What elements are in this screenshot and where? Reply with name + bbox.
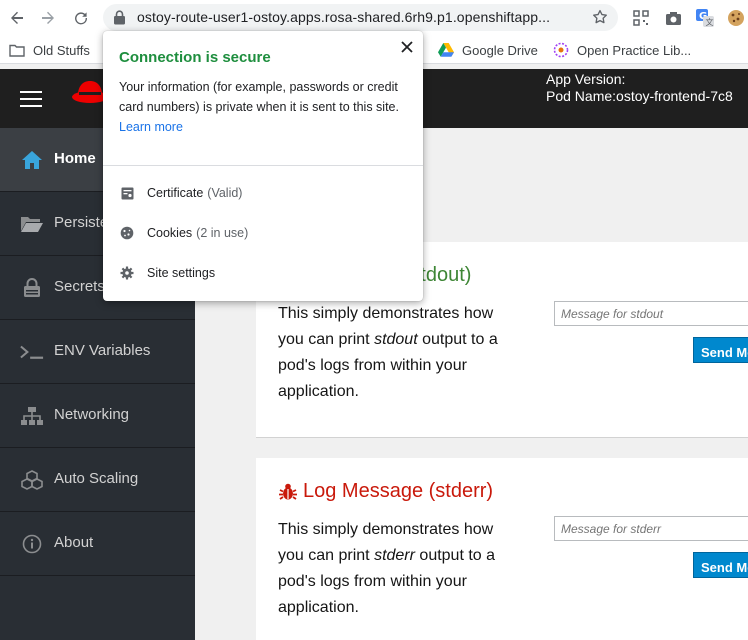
stderr-card-description: This simply demonstrates how you can pri… — [278, 521, 496, 616]
home-icon — [20, 148, 44, 172]
connection-security-popup: Connection is secure Your information (f… — [103, 31, 423, 301]
url-text[interactable]: ostoy-route-user1-ostoy.apps.rosa-shared… — [137, 9, 577, 25]
sidebar-item-about[interactable]: About — [0, 512, 195, 576]
sidebar-item-label: Auto Scaling — [54, 470, 139, 487]
google-drive-icon — [438, 43, 454, 57]
popup-row-label: Cookies — [147, 226, 193, 240]
popup-title: Connection is secure — [119, 49, 271, 66]
sidebar-item-label: About — [54, 534, 94, 551]
bookmark-google-drive[interactable]: Google Drive — [438, 41, 538, 59]
popup-divider — [103, 165, 423, 166]
forward-button[interactable] — [37, 7, 59, 29]
bookmark-old-stuffs[interactable]: Old Stuffs — [9, 41, 90, 59]
lock-icon[interactable] — [113, 10, 126, 30]
stderr-card-title: Log Message (stderr) — [278, 480, 493, 503]
cookie-icon — [119, 225, 135, 241]
sidebar-item-label: Secrets — [54, 278, 105, 295]
send-stdout-button[interactable]: Send Message — [693, 337, 748, 363]
back-button[interactable] — [6, 7, 28, 29]
gear-icon — [119, 265, 135, 281]
camera-icon[interactable] — [663, 8, 683, 28]
popup-row-sub: (2 in use) — [196, 226, 249, 240]
popup-row-site-settings[interactable]: Site settings — [119, 263, 215, 283]
popup-row-sub: (Valid) — [207, 186, 243, 200]
bookmark-open-practice[interactable]: Open Practice Lib... — [553, 41, 691, 59]
stderr-card: Log Message (stderr) This simply demonst… — [256, 458, 748, 640]
stdout-card-description: This simply demonstrates how you can pri… — [278, 305, 498, 400]
sidebar-item-auto-scaling[interactable]: Auto Scaling — [0, 448, 195, 512]
open-practice-icon — [553, 42, 569, 58]
bookmark-label: Open Practice Lib... — [577, 42, 692, 58]
learn-more-link[interactable]: Learn more — [119, 120, 183, 134]
sidebar-item-label: Networking — [54, 406, 130, 423]
network-icon — [20, 404, 44, 428]
stderr-message-input[interactable] — [554, 516, 748, 541]
arrow-right-icon — [42, 11, 54, 24]
svg-text:文: 文 — [706, 17, 714, 27]
bookmark-label: Google Drive — [462, 42, 538, 58]
certificate-icon — [119, 185, 135, 201]
popup-row-label: Site settings — [147, 266, 216, 280]
sidebar-item-networking[interactable]: Networking — [0, 384, 195, 448]
sidebar-item-label: Home — [54, 150, 96, 167]
address-bar[interactable]: ostoy-route-user1-ostoy.apps.rosa-shared… — [103, 4, 618, 31]
reload-button[interactable] — [70, 7, 92, 29]
folder-open-icon — [20, 212, 44, 236]
popup-row-certificate[interactable]: Certificate (Valid) — [119, 183, 242, 203]
app-info: App Version: Pod Name:ostoy-frontend-7c8 — [546, 71, 733, 105]
bookmark-label: Old Stuffs — [33, 42, 90, 58]
cubes-icon — [20, 468, 44, 492]
info-icon — [20, 532, 44, 556]
bookmark-star-icon[interactable] — [591, 8, 609, 31]
sidebar-item-label: ENV Variables — [54, 342, 151, 359]
send-stderr-button[interactable]: Send Message — [693, 552, 748, 578]
sidebar-item-env-variables[interactable]: ENV Variables — [0, 320, 195, 384]
pod-name: Pod Name:ostoy-frontend-7c8 — [546, 88, 733, 104]
qr-code-icon[interactable] — [631, 8, 651, 28]
folder-icon — [9, 44, 25, 57]
app-version: App Version: — [546, 71, 626, 87]
arrow-left-icon — [11, 11, 23, 24]
close-icon[interactable] — [399, 39, 415, 55]
reload-icon — [75, 12, 88, 25]
hamburger-menu-icon[interactable] — [20, 91, 42, 107]
lock-icon — [20, 276, 44, 300]
popup-row-label: Certificate — [147, 186, 204, 200]
terminal-icon — [20, 340, 44, 364]
bug-icon — [278, 482, 298, 502]
popup-row-cookies[interactable]: Cookies (2 in use) — [119, 223, 248, 243]
cookie-extension-icon[interactable] — [726, 8, 746, 28]
google-translate-icon[interactable]: G文 — [695, 8, 715, 28]
popup-description: Your information (for example, passwords… — [119, 80, 399, 134]
stdout-message-input[interactable] — [554, 301, 748, 326]
